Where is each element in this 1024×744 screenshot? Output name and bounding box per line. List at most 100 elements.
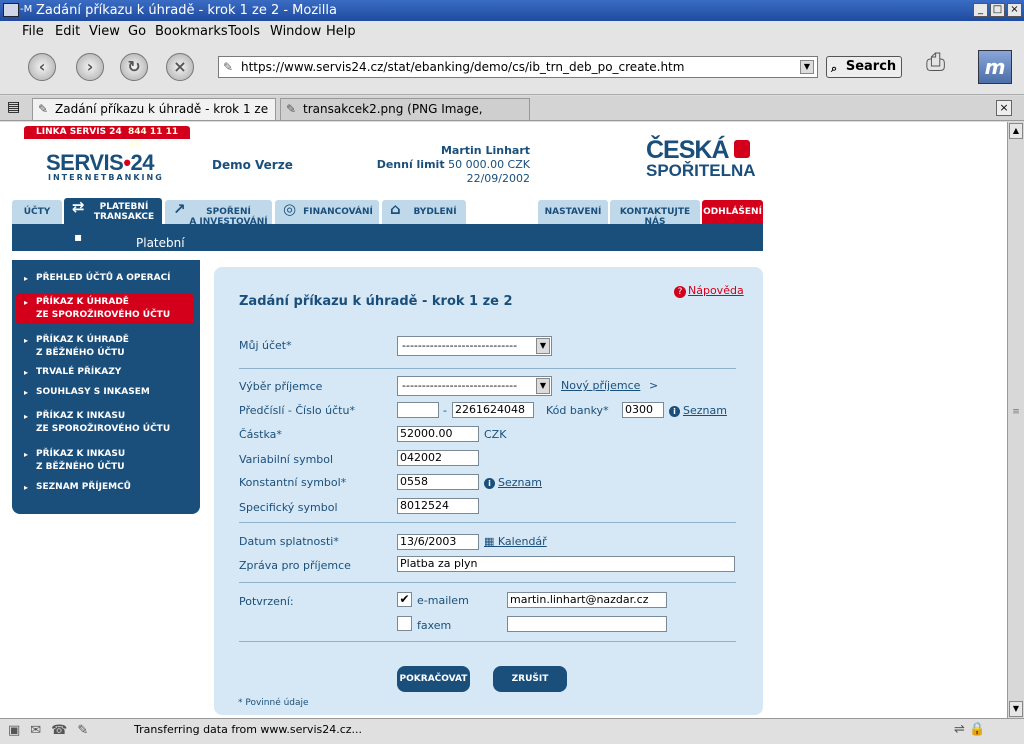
scroll-down-icon[interactable]: ▼ — [1009, 701, 1023, 717]
cislo-uctu-input[interactable]: 2261624048 — [452, 402, 534, 418]
nav-seznam-prijemcu[interactable]: SEZNAM PŘÍJEMCŮ — [24, 481, 200, 494]
demo-label: Demo Verze — [212, 158, 293, 172]
link-label: Seznam — [498, 476, 542, 489]
nav-label: TRVALÉ PŘÍKAZY — [36, 367, 122, 377]
forward-icon[interactable]: › — [76, 53, 104, 81]
url-bar[interactable]: ✎ https://www.servis24.cz/stat/ebanking/… — [218, 56, 818, 78]
window-sys-label: -M — [20, 4, 33, 15]
tab-financovani[interactable]: ◎ FINANCOVÁNÍ — [275, 200, 379, 224]
nav-prikaz-uhrade-bezny[interactable]: PŘÍKAZ K ÚHRADĚ Z BĚŽNÉHO ÚČTU — [24, 334, 200, 360]
close-window-icon[interactable]: × — [1007, 3, 1022, 17]
tab-platebni-transakce[interactable]: ⇄ PLATEBNÍ TRANSAKCE — [64, 198, 162, 224]
tab-odhlaseni[interactable]: ODHLÁŠENÍ — [702, 200, 763, 224]
vyber-prijemce-select[interactable]: ----------------------------- ▼ — [397, 376, 552, 396]
component-bar-icons[interactable]: ▣✉☎✎ — [8, 723, 98, 738]
kod-banky-input[interactable]: 0300 — [622, 402, 664, 418]
seznam-ks-link[interactable]: i Seznam — [484, 476, 542, 489]
close-tab-icon[interactable]: × — [996, 100, 1012, 116]
muj-ucet-select[interactable]: ----------------------------- ▼ — [397, 336, 552, 356]
maximize-icon[interactable]: □ — [990, 3, 1005, 17]
email-input[interactable]: martin.linhart@nazdar.cz — [507, 592, 667, 608]
url-text: https://www.servis24.cz/stat/ebanking/de… — [241, 60, 685, 74]
help-label: Nápověda — [688, 284, 744, 297]
navigation-toolbar: ‹ › ↻ × ✎ https://www.servis24.cz/stat/e… — [0, 41, 1024, 95]
mozilla-logo-icon: m — [978, 50, 1012, 84]
seznam-bank-link[interactable]: i Seznam — [669, 404, 727, 417]
required-mark: * — [276, 428, 282, 441]
nav-label: PŘÍKAZ K INKASU — [36, 411, 126, 421]
nav-label: Z BĚŽNÉHO ÚČTU — [36, 348, 125, 358]
subnav-item[interactable]: ▪ Platební transakce a přehled bankovníc… — [74, 230, 205, 306]
new-tab-icon[interactable]: ▤ — [7, 99, 20, 115]
vs-input[interactable]: 042002 — [397, 450, 479, 466]
ks-label: Konstantní symbol* — [239, 476, 347, 489]
info-icon: i — [669, 406, 680, 417]
nav-prehled-uctu[interactable]: PŘEHLED ÚČTŮ A OPERACÍ — [24, 272, 200, 285]
menu-bookmarks[interactable]: Bookmarks — [155, 24, 228, 39]
nav-prikaz-inkasu-sporo[interactable]: PŘÍKAZ K INKASU ZE SPOROŽIROVÉHO ÚČTU — [24, 410, 200, 436]
novy-prijemce-link[interactable]: Nový příjemce — [561, 379, 640, 392]
window-menu-icon[interactable] — [3, 3, 19, 17]
nav-prikaz-inkasu-bezny[interactable]: PŘÍKAZ K INKASU Z BĚŽNÉHO ÚČTU — [24, 448, 200, 474]
brand-text: SERVIS — [46, 150, 124, 175]
tab-bydleni[interactable]: ⌂ BYDLENÍ — [382, 200, 466, 224]
predcisli-input[interactable] — [397, 402, 439, 418]
zrusit-button[interactable]: ZRUŠIT — [493, 666, 567, 692]
menu-file[interactable]: File — [22, 24, 44, 39]
divider — [239, 522, 736, 523]
tab-transakcek2[interactable]: ✎ transakcek2.png (PNG Image, 1024x... — [280, 98, 530, 136]
menubar: File Edit View Go Bookmarks Tools Window… — [0, 21, 1024, 41]
tab-ucty[interactable]: ÚČTY — [12, 200, 62, 224]
email-checkbox[interactable]: ✔ — [397, 592, 412, 607]
reload-icon[interactable]: ↻ — [120, 53, 148, 81]
url-dropdown-icon[interactable]: ▼ — [800, 60, 814, 74]
fax-checkbox[interactable] — [397, 616, 412, 631]
nav-prikaz-uhrade-sporo[interactable]: PŘÍKAZ K ÚHRADĚ ZE SPOROŽIROVÉHO ÚČTU — [16, 294, 194, 324]
nav-trvale-prikazy[interactable]: TRVALÉ PŘÍKAZY — [24, 366, 200, 379]
menu-tools[interactable]: Tools — [228, 24, 260, 39]
ks-input[interactable]: 0558 — [397, 474, 479, 490]
hotline-banner: LINKA SERVIS 24 844 11 11 44 — [24, 126, 190, 150]
tab-zadani[interactable]: ✎ Zadání příkazu k úhradě - krok 1 ze 2 — [32, 98, 276, 136]
menu-help[interactable]: Help — [326, 24, 356, 39]
search-label: Search — [845, 59, 897, 74]
ss-input[interactable]: 8012524 — [397, 498, 479, 514]
form-title: Zadání příkazu k úhradě - krok 1 ze 2 — [239, 294, 513, 309]
stop-icon[interactable]: × — [166, 53, 194, 81]
minimize-icon[interactable]: _ — [973, 3, 988, 17]
window-titlebar: -M Zadání příkazu k úhradě - krok 1 ze 2… — [0, 0, 1024, 21]
menu-view[interactable]: View — [89, 24, 120, 39]
chart-icon: ↗ — [173, 200, 186, 218]
novy-prijemce-arrow: > — [649, 379, 659, 392]
fax-input[interactable] — [507, 616, 667, 632]
menu-go[interactable]: Go — [128, 24, 146, 39]
menu-edit[interactable]: Edit — [55, 24, 80, 39]
zprava-input[interactable]: Platba za plyn — [397, 556, 735, 572]
required-mark: * — [603, 404, 609, 417]
search-button[interactable]: ⌕ Search — [826, 56, 902, 78]
tab-label: ÚČTY — [23, 207, 51, 217]
scroll-up-icon[interactable]: ▲ — [1009, 123, 1023, 139]
vertical-scrollbar[interactable]: ▲ ≡ ▼ — [1007, 122, 1024, 718]
back-icon[interactable]: ‹ — [28, 53, 56, 81]
castka-input[interactable]: 52000.00 — [397, 426, 479, 442]
menu-window[interactable]: Window — [270, 24, 321, 39]
pokracovat-button[interactable]: POKRAČOVAT — [397, 666, 470, 692]
top-navigation: ÚČTY ⇄ PLATEBNÍ TRANSAKCE ↗ SPOŘENÍ A IN… — [12, 198, 763, 227]
datum-input[interactable]: 13/6/2003 — [397, 534, 479, 550]
chevron-down-icon: ▼ — [536, 378, 550, 394]
form-panel — [214, 267, 763, 715]
scroll-thumb[interactable]: ≡ — [1009, 407, 1023, 427]
nav-souhlasy-inkasem[interactable]: SOUHLASY S INKASEM — [24, 386, 200, 399]
kod-banky-label: Kód banky* — [546, 404, 609, 417]
help-link[interactable]: ? Nápověda — [674, 284, 744, 298]
kalendar-link[interactable]: ▦ Kalendář — [484, 535, 547, 548]
tab-sporeni[interactable]: ↗ SPOŘENÍ A INVESTOVÁNÍ — [165, 200, 272, 227]
security-lock-icon[interactable]: ⇌ 🔒 — [954, 722, 985, 737]
nav-label: PŘÍKAZ K ÚHRADĚ — [36, 297, 129, 307]
tab-nastaveni[interactable]: NASTAVENÍ — [538, 200, 608, 224]
coin-icon: ◎ — [283, 200, 297, 218]
print-icon[interactable]: ⎙ — [926, 48, 964, 82]
tab-kontaktujte[interactable]: KONTAKTUJTE NÁS — [610, 200, 700, 227]
tab-label: ODHLÁŠENÍ — [703, 207, 762, 217]
